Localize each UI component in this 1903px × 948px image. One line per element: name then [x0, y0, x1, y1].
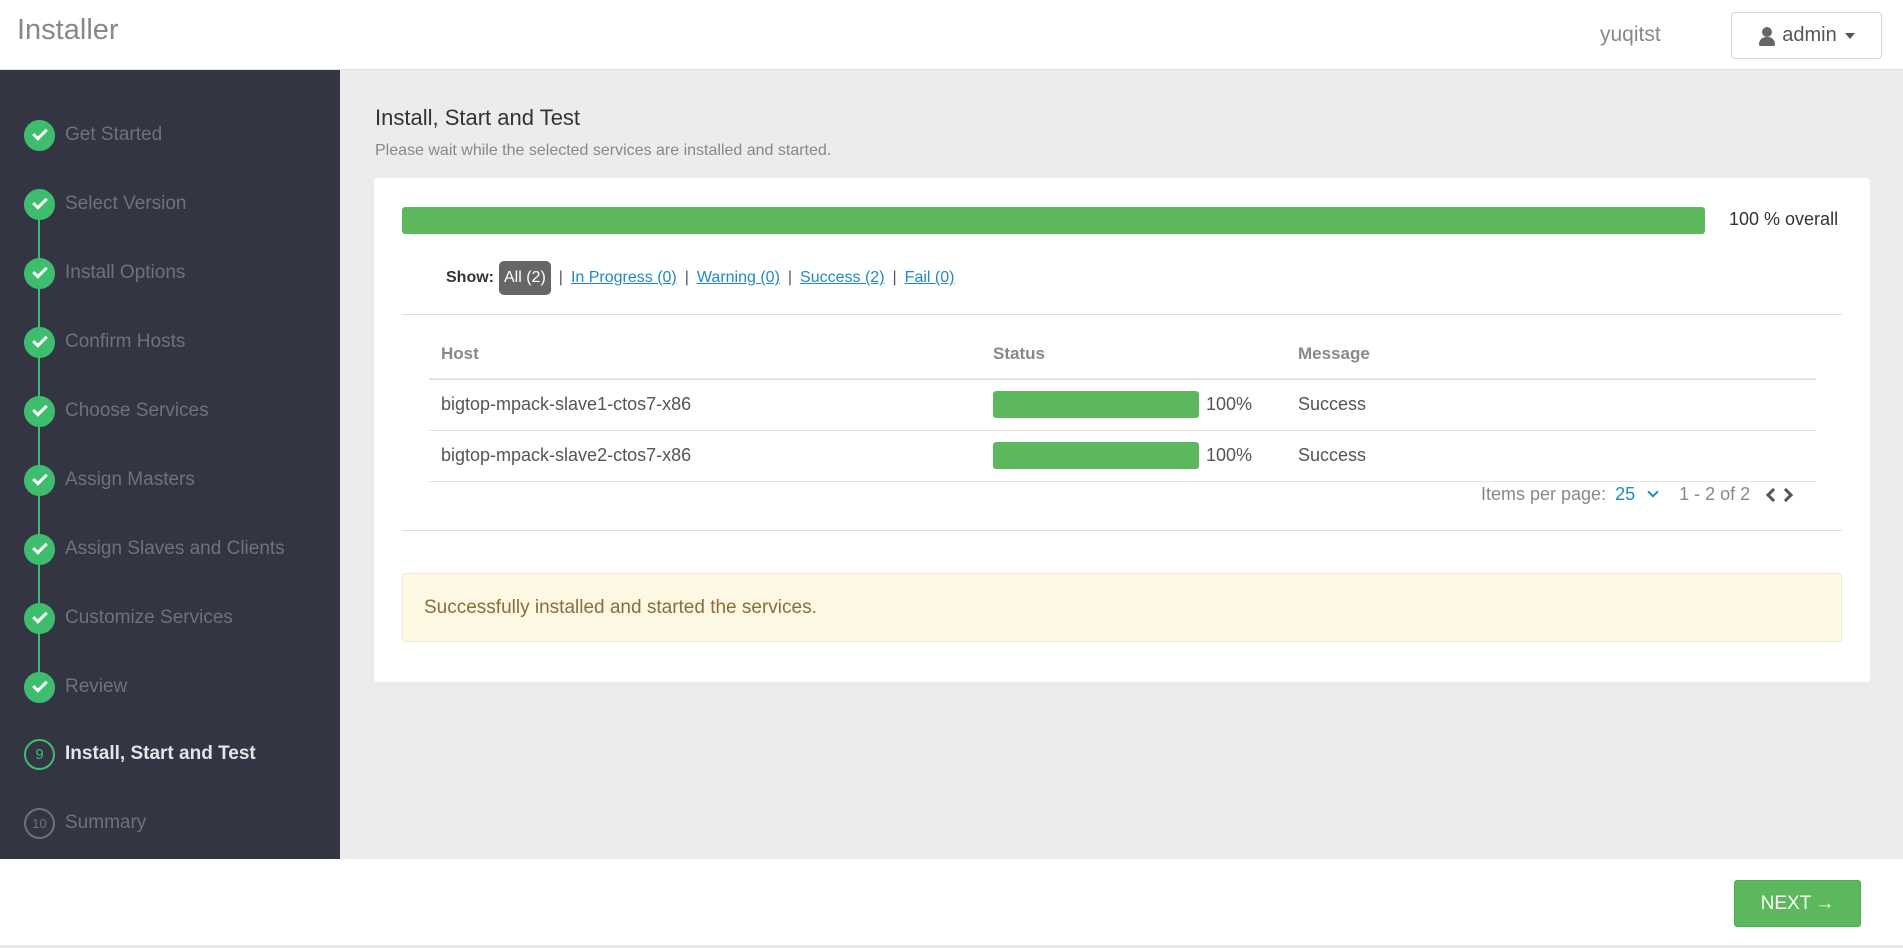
step-label: Get Started: [65, 124, 163, 145]
items-per-page-select[interactable]: 25: [1615, 484, 1659, 505]
step-label: Install Options: [65, 262, 186, 283]
host-progress-fill: [993, 442, 1199, 469]
step-choose-services[interactable]: Choose Services: [0, 391, 340, 431]
step-label: Choose Services: [65, 400, 209, 421]
items-per-page-label: Items per page:: [1481, 484, 1607, 504]
host-message-link[interactable]: Success: [1286, 430, 1816, 482]
step-label: Select Version: [65, 193, 187, 214]
host-message-link[interactable]: Success: [1286, 379, 1816, 431]
host-progress-bar: [993, 442, 1199, 469]
step-install-start-and-test: 9 Install, Start and Test: [0, 734, 340, 774]
filter-warning-link[interactable]: Warning (0): [697, 269, 780, 287]
app-title: Installer: [17, 14, 119, 46]
filter-in-progress-link[interactable]: In Progress (0): [571, 269, 677, 287]
filter-separator: |: [684, 269, 689, 286]
arrow-right-icon: →: [1815, 892, 1835, 914]
host-progress-bar: [993, 391, 1199, 419]
step-check-icon: [24, 671, 55, 703]
overall-progress-bar: [402, 207, 1705, 234]
page-subtitle: Please wait while the selected services …: [375, 142, 832, 159]
top-bar: Installer yuqitst admin: [0, 0, 1903, 70]
items-per-page-value: 25: [1615, 484, 1636, 504]
filter-separator: |: [787, 269, 793, 286]
step-get-started[interactable]: Get Started: [0, 115, 340, 155]
filter-fail-link[interactable]: Fail (0): [905, 269, 955, 287]
table-header-row: Host Status Message: [429, 330, 1816, 380]
host-status-cell: 100%: [981, 430, 1286, 482]
next-button[interactable]: NEXT →: [1734, 880, 1861, 927]
step-label: Assign Slaves and Clients: [65, 538, 285, 559]
step-install-options[interactable]: Install Options: [0, 253, 340, 293]
user-menu-button[interactable]: admin: [1731, 12, 1882, 59]
step-number-badge: 10: [24, 807, 55, 839]
step-customize-services[interactable]: Customize Services: [0, 598, 340, 638]
step-number-badge: 9: [24, 738, 55, 770]
step-label: Review: [65, 676, 128, 697]
step-assign-slaves-and-clients[interactable]: Assign Slaves and Clients: [0, 529, 340, 569]
step-check-icon: [24, 257, 55, 289]
host-name: bigtop-mpack-slave2-ctos7-x86: [429, 430, 981, 482]
cluster-name[interactable]: yuqitst: [1600, 23, 1661, 47]
section-divider: [402, 314, 1842, 315]
step-check-icon: [24, 533, 55, 565]
step-select-version[interactable]: Select Version: [0, 184, 340, 224]
step-check-icon: [24, 464, 55, 496]
step-label: Confirm Hosts: [65, 331, 186, 352]
chevron-down-icon: [1647, 486, 1659, 498]
overall-progress-fill: [402, 207, 1705, 234]
section-divider: [402, 530, 1842, 531]
wizard-sidebar: Get Started Select Version Install Optio…: [0, 70, 340, 859]
column-header-status: Status: [981, 330, 1286, 380]
step-check-icon: [24, 395, 55, 427]
step-label: Assign Masters: [65, 469, 195, 490]
main-content: Install, Start and Test Please wait whil…: [340, 70, 1903, 859]
next-button-label: NEXT: [1760, 892, 1812, 914]
caret-down-icon: [1844, 32, 1855, 39]
filter-all-button[interactable]: All (2): [499, 261, 551, 295]
overall-progress-label: 100 % overall: [1729, 209, 1839, 229]
step-check-icon: [24, 602, 55, 634]
filter-separator: |: [892, 269, 897, 286]
user-icon: [1758, 26, 1776, 46]
step-confirm-hosts[interactable]: Confirm Hosts: [0, 322, 340, 362]
step-check-icon: [24, 119, 55, 151]
install-progress-card: 100 % overall Show: All (2) | In Progres…: [374, 178, 1870, 682]
step-label-current: Install, Start and Test: [65, 743, 256, 764]
success-alert: Successfully installed and started the s…: [402, 573, 1842, 642]
host-progress-fill: [993, 391, 1199, 419]
page-title: Install, Start and Test: [375, 105, 581, 130]
pagination-range: 1 - 2 of 2: [1679, 484, 1751, 504]
step-review[interactable]: Review: [0, 667, 340, 707]
host-status-cell: 100%: [981, 379, 1286, 431]
filter-success-link[interactable]: Success (2): [800, 269, 884, 287]
filter-show-label: Show:: [446, 269, 494, 286]
step-check-icon: [24, 188, 55, 220]
step-label: Customize Services: [65, 607, 233, 628]
wizard-footer: NEXT →: [0, 859, 1903, 948]
hosts-table: Host Status Message bigtop-mpack-slave1-…: [429, 330, 1816, 482]
pagination-bar: Items per page: 25 1 - 2 of 2: [1481, 484, 1794, 505]
host-filter-bar: Show: All (2) | In Progress (0) | Warnin…: [446, 260, 954, 296]
chevron-right-icon[interactable]: [1779, 487, 1794, 502]
table-row: bigtop-mpack-slave1-ctos7-x86 100% Succe…: [429, 379, 1816, 431]
table-row: bigtop-mpack-slave2-ctos7-x86 100% Succe…: [429, 430, 1816, 482]
step-check-icon: [24, 326, 55, 358]
column-header-message: Message: [1286, 330, 1816, 380]
host-progress-percent: 100%: [1206, 394, 1253, 415]
column-header-host: Host: [429, 330, 981, 380]
step-assign-masters[interactable]: Assign Masters: [0, 460, 340, 500]
filter-separator: |: [558, 269, 563, 286]
step-label: Summary: [65, 812, 147, 833]
host-progress-percent: 100%: [1206, 445, 1253, 465]
user-menu-label: admin: [1782, 24, 1837, 46]
host-name: bigtop-mpack-slave1-ctos7-x86: [429, 379, 981, 431]
step-summary: 10 Summary: [0, 803, 340, 843]
